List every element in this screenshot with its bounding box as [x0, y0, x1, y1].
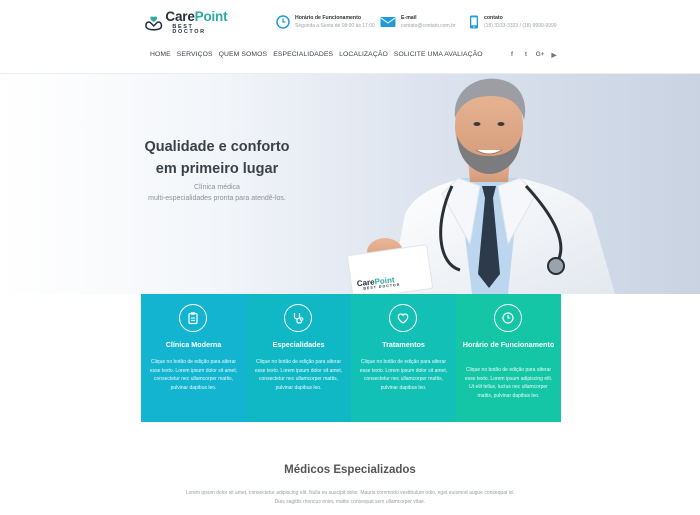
social-links: f t G+ ▶	[505, 51, 561, 59]
logo-hands-icon	[145, 16, 163, 31]
logo[interactable]: CarePoint BEST DOCTOR	[144, 10, 228, 36]
site-header: CarePoint BEST DOCTOR Horário de Funcion…	[0, 0, 700, 74]
hours-info: Horário de Funcionamento Segunda a Sexta…	[276, 14, 375, 30]
email-title: E-mail	[401, 15, 417, 21]
main-nav: HOME SERVIÇOS QUEM SOMOS ESPECIALIDADES …	[150, 51, 489, 58]
facebook-icon[interactable]: f	[505, 51, 519, 59]
clock-icon	[276, 15, 290, 29]
nav-servicos[interactable]: SERVIÇOS	[177, 51, 213, 58]
nav-home[interactable]: HOME	[150, 51, 171, 58]
email-info: E-mail contato@contato.com.br	[380, 14, 456, 30]
feature-title: Tratamentos	[382, 340, 425, 349]
email-value[interactable]: contato@contato.com.br	[401, 22, 456, 30]
clipboard-icon	[179, 304, 207, 332]
stethoscope-icon	[284, 304, 312, 332]
nav-localizacao[interactable]: LOCALIZAÇÃO	[339, 51, 388, 58]
feature-card-clinica-moderna[interactable]: Clínica Moderna Clique no botão de ediçã…	[141, 294, 246, 422]
logo-name-part1: Care	[165, 9, 195, 25]
hero-banner: Qualidade e conforto em primeiro lugar C…	[0, 74, 700, 294]
logo-tagline: BEST DOCTOR	[172, 23, 206, 36]
feature-card-horario[interactable]: Horário de Funcionamento Clique no botão…	[456, 294, 561, 422]
feature-text: Clique no botão de edição para alterar e…	[464, 367, 553, 399]
contact-info: contato (18) 3333-3333 / (18) 9999-9999	[469, 14, 557, 30]
youtube-icon[interactable]: ▶	[547, 51, 561, 59]
feature-text: Clique no botão de edição para alterar e…	[149, 359, 238, 391]
contact-value[interactable]: (18) 3333-3333 / (18) 9999-9999	[484, 22, 557, 30]
feature-card-especialidades[interactable]: Especialidades Clique no botão de edição…	[246, 294, 351, 422]
hero-subtitle: Clínica médica multi-especialidades pron…	[142, 182, 292, 204]
nav-solicite-avaliacao[interactable]: SOLICITE UMA AVALIAÇÃO	[394, 51, 483, 58]
hours-title: Horário de Funcionamento	[295, 15, 362, 21]
envelope-icon	[380, 17, 396, 27]
feature-title: Clínica Moderna	[165, 340, 222, 349]
hero-sub-line1: Clínica médica	[194, 184, 240, 191]
heart-icon	[389, 304, 417, 332]
nav-quem-somos[interactable]: QUEM SOMOS	[219, 51, 268, 58]
doctor-photo	[347, 78, 615, 294]
logo-name-part2: Point	[194, 9, 228, 25]
feature-title: Horário de Funcionamento	[462, 340, 555, 349]
hero-title-line1: Qualidade e conforto	[144, 139, 290, 155]
feature-cards: Clínica Moderna Clique no botão de ediçã…	[141, 294, 561, 422]
specialists-title: Médicos Especializados	[284, 464, 416, 476]
feature-title: Especialidades	[272, 340, 325, 349]
twitter-icon[interactable]: t	[519, 51, 533, 59]
google-plus-icon[interactable]: G+	[533, 51, 547, 59]
clock-icon	[494, 304, 522, 332]
feature-text: Clique no botão de edição para alterar e…	[359, 359, 448, 391]
feature-text: Clique no botão de edição para alterar e…	[254, 359, 343, 391]
phone-icon	[470, 15, 478, 29]
specialists-text: Lorem ipsum dolor sit amet, consectetur …	[185, 490, 515, 505]
hero-title: Qualidade e conforto em primeiro lugar	[142, 136, 292, 180]
feature-card-tratamentos[interactable]: Tratamentos Clique no botão de edição pa…	[351, 294, 456, 422]
nav-especialidades[interactable]: ESPECIALIDADES	[273, 51, 333, 58]
contact-title: contato	[484, 15, 503, 21]
hero-sub-line2: multi-especialidades pronta para atendê-…	[148, 195, 286, 202]
hero-title-line2: em primeiro lugar	[155, 161, 279, 177]
hours-value: Segunda a Sexta de 08:00 às 17:00	[295, 23, 375, 29]
